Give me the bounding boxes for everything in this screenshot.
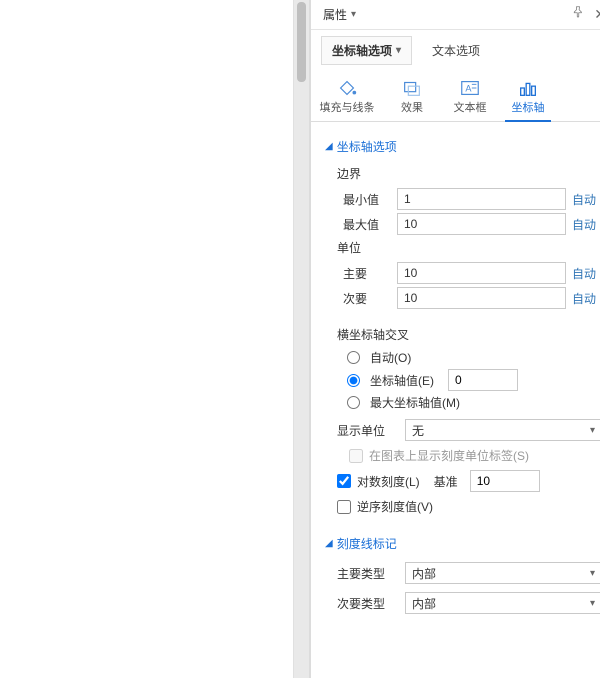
chevron-down-icon: ▾ bbox=[590, 598, 595, 609]
panel-title[interactable]: 属性 ▾ bbox=[323, 6, 356, 23]
check-log-scale[interactable]: 对数刻度(L) 基准 bbox=[337, 470, 600, 492]
subtab-fill-line[interactable]: 填充与线条 bbox=[311, 73, 383, 121]
major-type-select[interactable]: 内部 ▾ bbox=[405, 562, 600, 584]
check-reverse-input[interactable] bbox=[337, 500, 351, 514]
chevron-down-icon: ▾ bbox=[396, 45, 401, 56]
tab-axis-options[interactable]: 坐标轴选项 ▾ bbox=[321, 36, 412, 65]
secondary-tabs: 填充与线条 效果 A 文本框 坐标轴 bbox=[311, 69, 600, 122]
effects-icon bbox=[401, 78, 423, 98]
max-label: 最大值 bbox=[343, 216, 391, 233]
radio-cross-auto-label: 自动(O) bbox=[370, 349, 411, 366]
section-axis-options-title: 坐标轴选项 bbox=[337, 138, 397, 155]
row-minor-type: 次要类型 内部 ▾ bbox=[337, 592, 600, 614]
tab-text-options-label: 文本选项 bbox=[432, 44, 480, 58]
subtab-effects[interactable]: 效果 bbox=[383, 73, 441, 121]
check-show-unit-labels-input bbox=[349, 449, 363, 463]
check-log-scale-input[interactable] bbox=[337, 474, 351, 488]
subtab-textbox[interactable]: A 文本框 bbox=[441, 73, 499, 121]
row-max: 最大值 自动 bbox=[343, 213, 600, 235]
chevron-down-icon: ▾ bbox=[590, 568, 595, 579]
row-display-units: 显示单位 无 ▾ bbox=[337, 419, 600, 441]
check-reverse[interactable]: 逆序刻度值(V) bbox=[337, 498, 600, 515]
row-major-type: 主要类型 内部 ▾ bbox=[337, 562, 600, 584]
section-axis-options[interactable]: ◢ 坐标轴选项 bbox=[325, 138, 600, 155]
display-units-select[interactable]: 无 ▾ bbox=[405, 419, 600, 441]
display-units-value: 无 bbox=[412, 422, 424, 439]
max-input[interactable] bbox=[397, 213, 566, 235]
major-input[interactable] bbox=[397, 262, 566, 284]
minor-type-label: 次要类型 bbox=[337, 595, 397, 612]
min-input[interactable] bbox=[397, 188, 566, 210]
log-base-input[interactable] bbox=[470, 470, 540, 492]
panel-title-text: 属性 bbox=[323, 6, 347, 23]
units-label: 单位 bbox=[337, 239, 600, 256]
radio-cross-value-input[interactable] bbox=[347, 374, 360, 387]
chevron-down-icon: ▾ bbox=[590, 425, 595, 436]
vertical-scrollbar[interactable] bbox=[294, 0, 310, 678]
chevron-down-icon: ▾ bbox=[351, 9, 356, 20]
row-minor: 次要 自动 bbox=[343, 287, 600, 309]
primary-tabs: 坐标轴选项 ▾ 文本选项 bbox=[311, 30, 600, 69]
pin-icon[interactable] bbox=[572, 6, 584, 23]
check-show-unit-labels: 在图表上显示刻度单位标签(S) bbox=[349, 447, 600, 464]
cross-label: 横坐标轴交叉 bbox=[337, 326, 600, 343]
radio-cross-value-label: 坐标轴值(E) bbox=[370, 372, 434, 389]
row-major: 主要 自动 bbox=[343, 262, 600, 284]
properties-panel: 属性 ▾ ✕ 坐标轴选项 ▾ 文本选项 填充与线条 bbox=[310, 0, 600, 678]
cross-value-input[interactable] bbox=[448, 369, 518, 391]
max-auto-button[interactable]: 自动 bbox=[572, 216, 600, 233]
tab-text-options[interactable]: 文本选项 bbox=[414, 37, 498, 64]
minor-auto-button[interactable]: 自动 bbox=[572, 290, 600, 307]
subtab-fill-line-label: 填充与线条 bbox=[311, 99, 383, 115]
major-type-label: 主要类型 bbox=[337, 565, 397, 582]
check-log-scale-label: 对数刻度(L) bbox=[357, 473, 420, 490]
minor-type-select[interactable]: 内部 ▾ bbox=[405, 592, 600, 614]
min-auto-button[interactable]: 自动 bbox=[572, 191, 600, 208]
section-tick-marks[interactable]: ◢ 刻度线标记 bbox=[325, 535, 600, 552]
panel-body[interactable]: ◢ 坐标轴选项 边界 最小值 自动 最大值 自动 单位 主要 自动 次要 自动 … bbox=[311, 122, 600, 678]
check-show-unit-labels-label: 在图表上显示刻度单位标签(S) bbox=[369, 447, 529, 464]
bounds-label: 边界 bbox=[337, 165, 600, 182]
scrollbar-thumb[interactable] bbox=[297, 2, 306, 82]
log-base-label: 基准 bbox=[434, 473, 458, 490]
close-icon[interactable]: ✕ bbox=[594, 6, 600, 23]
subtab-axis-label: 坐标轴 bbox=[499, 99, 557, 115]
subtab-textbox-label: 文本框 bbox=[441, 99, 499, 115]
bar-chart-icon bbox=[517, 78, 539, 98]
paint-bucket-icon bbox=[336, 78, 358, 98]
textbox-icon: A bbox=[459, 78, 481, 98]
min-label: 最小值 bbox=[343, 191, 391, 208]
radio-cross-auto[interactable]: 自动(O) bbox=[347, 349, 600, 366]
triangle-down-icon: ◢ bbox=[325, 141, 333, 152]
panel-header: 属性 ▾ ✕ bbox=[311, 0, 600, 30]
subtab-axis[interactable]: 坐标轴 bbox=[499, 73, 557, 121]
radio-cross-max-label: 最大坐标轴值(M) bbox=[370, 394, 460, 411]
minor-type-value: 内部 bbox=[412, 595, 436, 612]
major-label: 主要 bbox=[343, 265, 391, 282]
minor-label: 次要 bbox=[343, 290, 391, 307]
section-tick-marks-title: 刻度线标记 bbox=[337, 535, 397, 552]
triangle-down-icon: ◢ bbox=[325, 538, 333, 549]
radio-cross-auto-input[interactable] bbox=[347, 351, 360, 364]
radio-cross-max-input[interactable] bbox=[347, 396, 360, 409]
radio-cross-value[interactable]: 坐标轴值(E) bbox=[347, 369, 600, 391]
radio-cross-max[interactable]: 最大坐标轴值(M) bbox=[347, 394, 600, 411]
major-type-value: 内部 bbox=[412, 565, 436, 582]
svg-text:A: A bbox=[465, 84, 472, 94]
tab-axis-options-label: 坐标轴选项 bbox=[332, 42, 392, 59]
row-min: 最小值 自动 bbox=[343, 188, 600, 210]
minor-input[interactable] bbox=[397, 287, 566, 309]
document-canvas-area bbox=[0, 0, 310, 678]
major-auto-button[interactable]: 自动 bbox=[572, 265, 600, 282]
display-units-label: 显示单位 bbox=[337, 422, 397, 439]
document-page bbox=[0, 0, 294, 678]
subtab-effects-label: 效果 bbox=[383, 99, 441, 115]
check-reverse-label: 逆序刻度值(V) bbox=[357, 498, 433, 515]
